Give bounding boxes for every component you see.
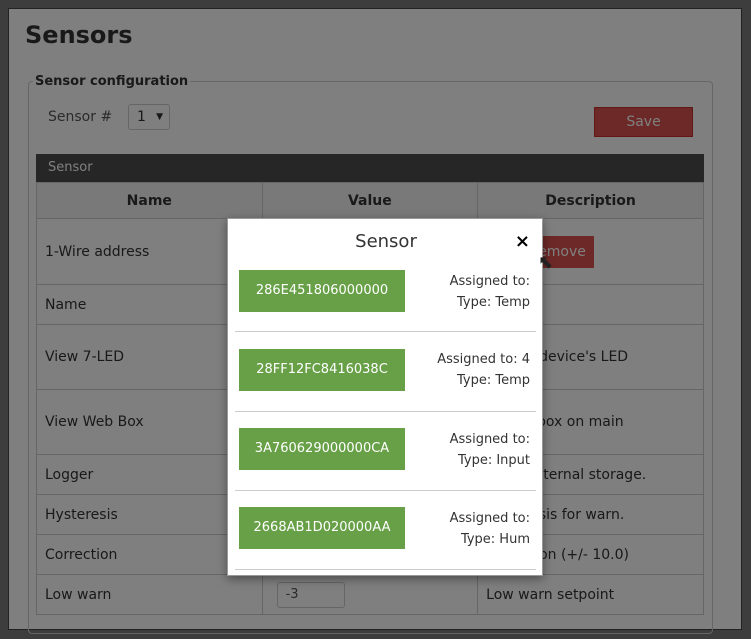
sensor-address-button[interactable]: 286E451806000000 xyxy=(239,270,405,312)
sensor-list-item: 28FF12FC8416038C Assigned to: 4 Type: Te… xyxy=(235,335,536,412)
assigned-label: Assigned to: xyxy=(449,432,530,447)
sensor-address-button[interactable]: 2668AB1D020000AA xyxy=(239,507,405,549)
mouse-cursor-icon: ⬉ xyxy=(538,252,554,273)
sensor-list-item: 2668AB1D020000AA Assigned to: Type: Hum xyxy=(235,492,536,570)
close-icon[interactable]: × xyxy=(515,231,530,252)
sensor-address-button[interactable]: 28FF12FC8416038C xyxy=(239,349,405,391)
type-label: Type: Input xyxy=(457,453,530,468)
sensor-modal: Sensor × 286E451806000000 Assigned to: T… xyxy=(227,218,543,576)
type-label: Type: Temp xyxy=(456,295,530,310)
sensor-list-item: 286E451806000000 Assigned to: Type: Temp xyxy=(235,270,536,332)
modal-title: Sensor xyxy=(355,231,417,252)
sensor-item-info: Assigned to: Type: Temp xyxy=(450,271,530,313)
sensor-address-button[interactable]: 3A760629000000CA xyxy=(239,428,405,470)
assigned-label: Assigned to: xyxy=(449,511,530,526)
type-label: Type: Hum xyxy=(460,532,530,547)
sensor-item-info: Assigned to: Type: Input xyxy=(450,429,530,471)
type-label: Type: Temp xyxy=(456,373,530,388)
assigned-label: Assigned to: 4 xyxy=(437,352,530,367)
assigned-label: Assigned to: xyxy=(449,274,530,289)
sensor-list-item: 3A760629000000CA Assigned to: Type: Inpu… xyxy=(235,413,536,491)
sensor-item-info: Assigned to: Type: Hum xyxy=(450,508,530,550)
sensor-item-info: Assigned to: 4 Type: Temp xyxy=(437,349,530,391)
